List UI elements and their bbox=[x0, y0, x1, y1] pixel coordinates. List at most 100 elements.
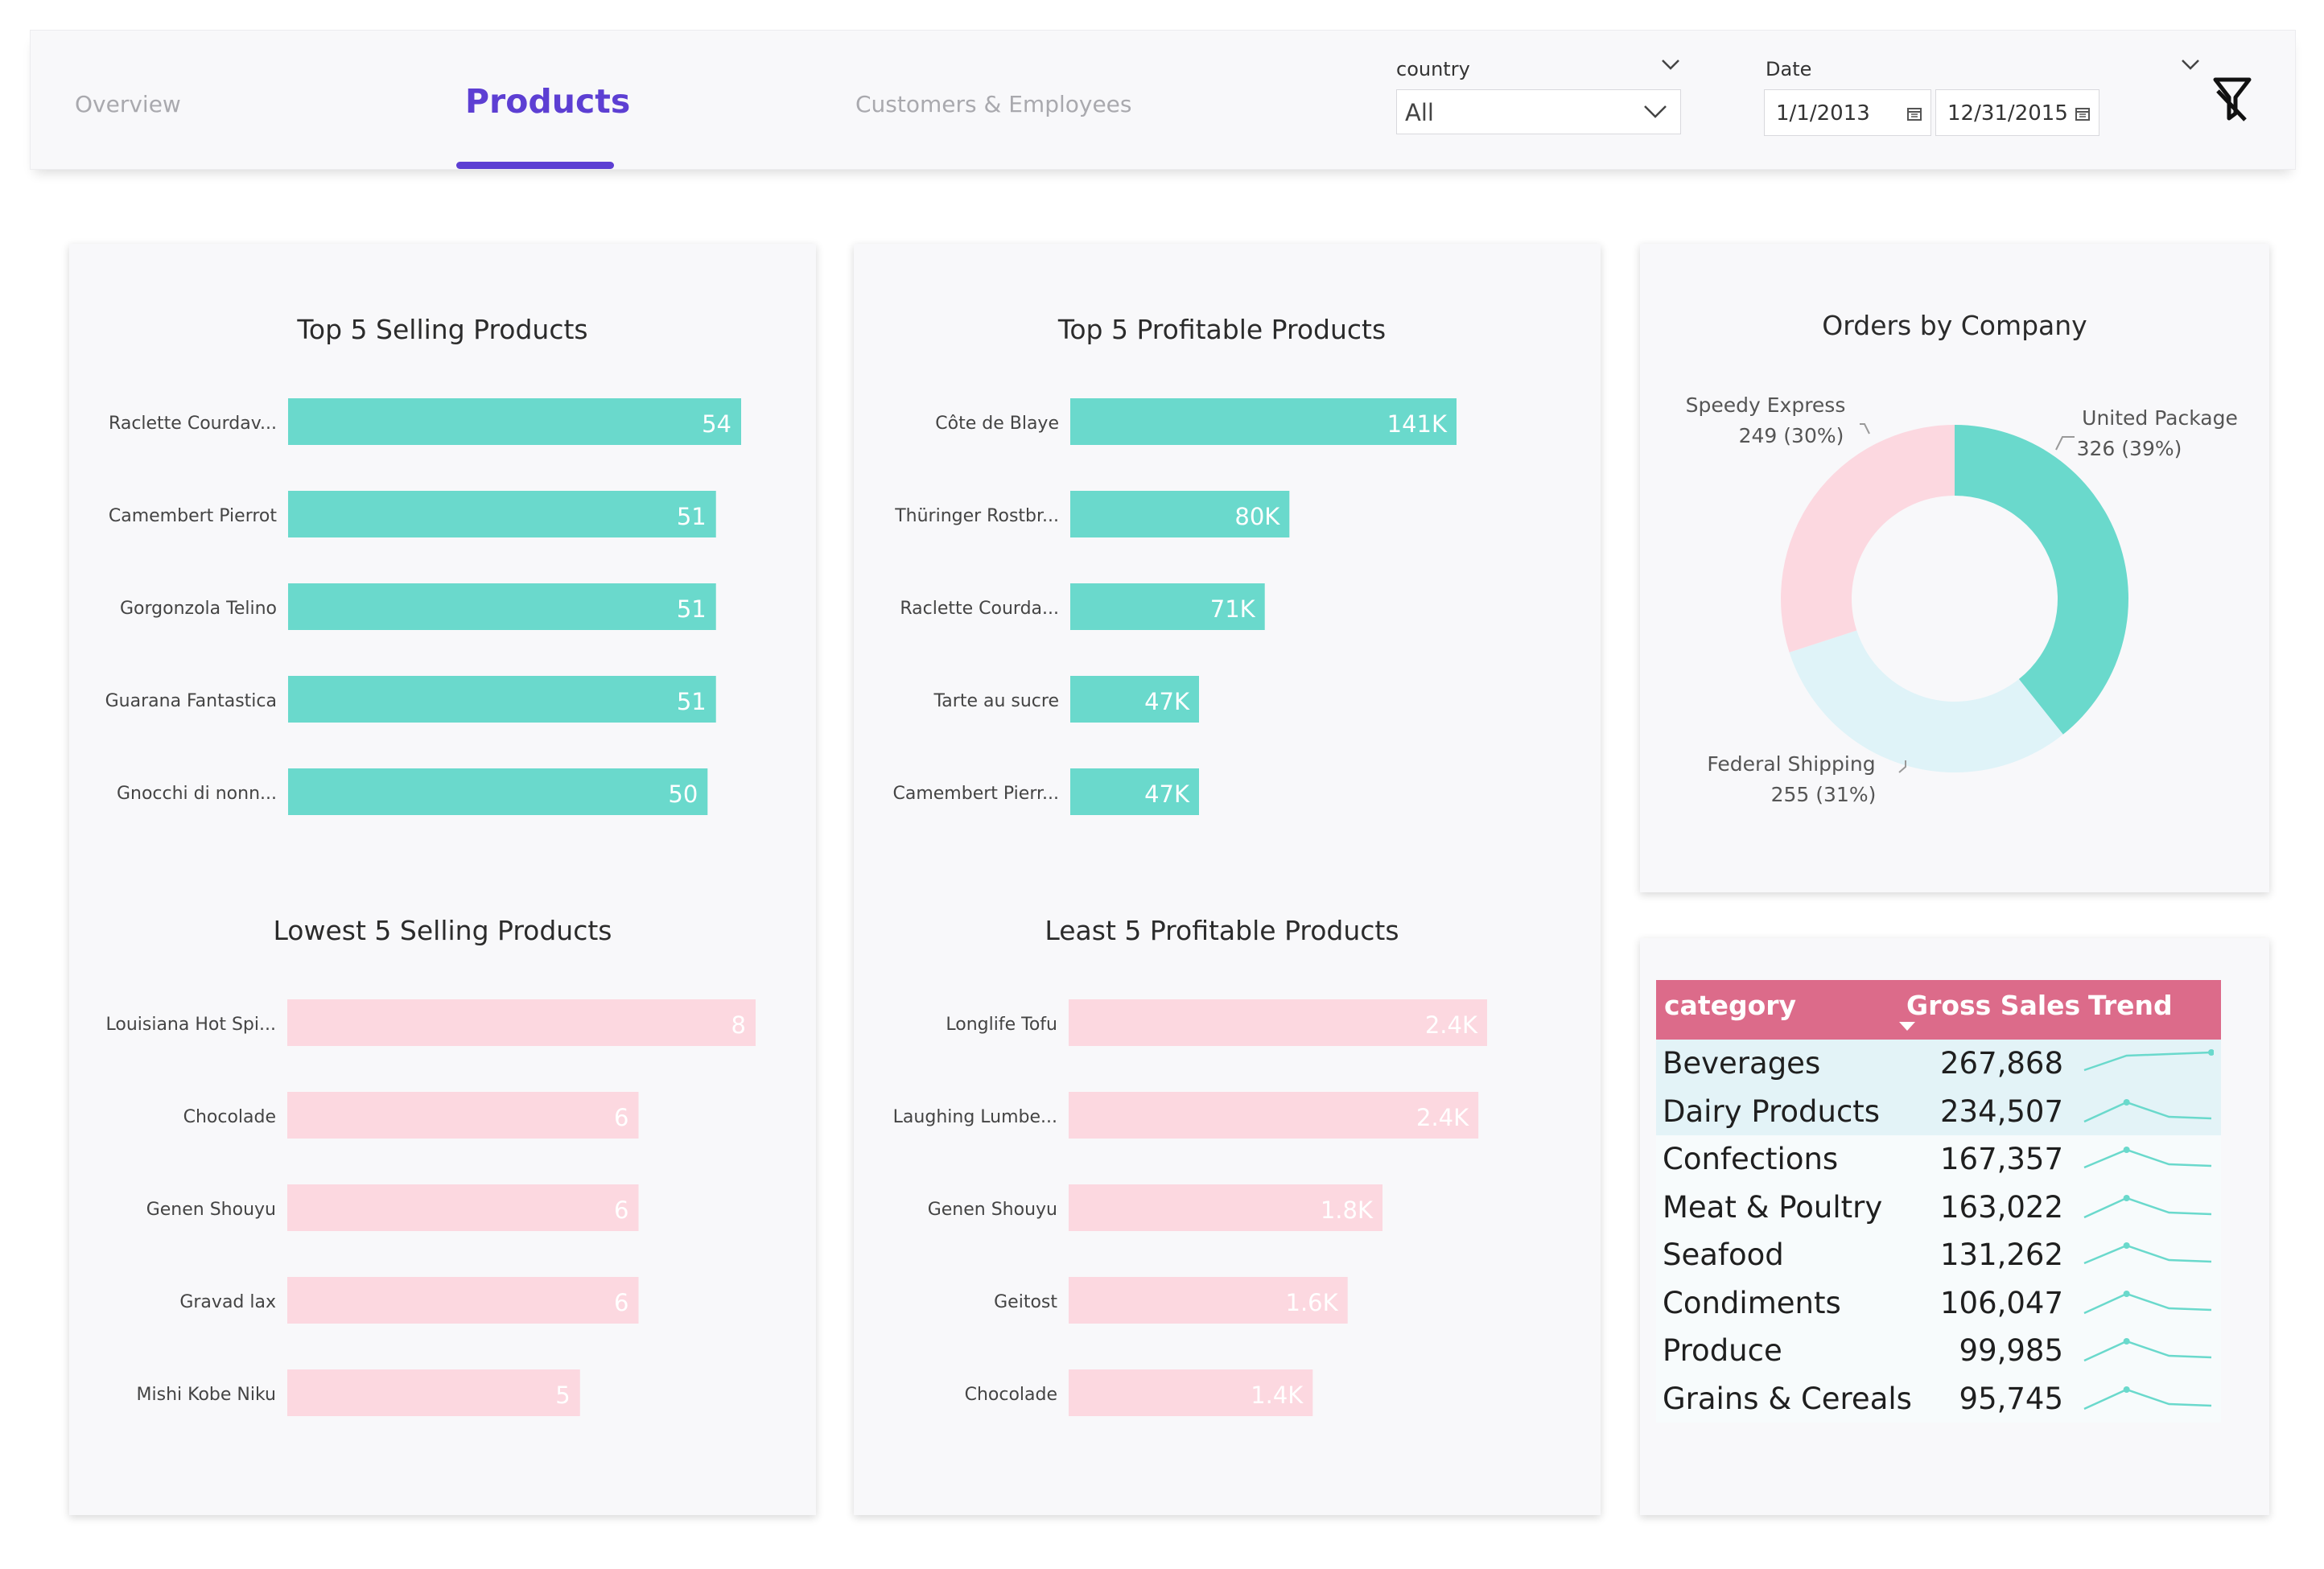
column-header-trend[interactable]: Trend bbox=[2088, 990, 2173, 1021]
table-row[interactable]: Meat & Poultry 163,022 bbox=[1656, 1183, 2221, 1231]
bar bbox=[287, 999, 756, 1046]
bar-data-label: 1.6K bbox=[1286, 1289, 1339, 1316]
clear-filter-icon[interactable] bbox=[2213, 75, 2256, 123]
sparkline-marker bbox=[2123, 1147, 2130, 1153]
table-row[interactable]: Produce 99,985 bbox=[1656, 1327, 2221, 1375]
bar-category-label: Genen Shouyu bbox=[928, 1200, 1057, 1220]
sparkline-path bbox=[2083, 1244, 2212, 1265]
bar-data-label: 2.4K bbox=[1425, 1011, 1478, 1039]
bar-data-label: 51 bbox=[677, 688, 707, 715]
country-slicer-chevron-icon[interactable] bbox=[1661, 59, 1680, 70]
top-selling-bar-chart: Raclette Courdav... 54 Camembert Pierrot 51… bbox=[105, 398, 741, 815]
bar-category-label: Gravad lax bbox=[179, 1292, 276, 1312]
date-slicer-chevron-icon[interactable] bbox=[2181, 59, 2200, 70]
least-profit-chart: Longlife Tofu 2.4K Laughing Lumbe... 2.4K Ge… bbox=[865, 995, 1557, 1433]
sparkline-marker bbox=[2123, 1290, 2130, 1297]
bar-data-label: 47K bbox=[1144, 688, 1190, 715]
bar-data-label: 80K bbox=[1234, 503, 1280, 530]
gross-sales-cell: 163,022 bbox=[1939, 1189, 2063, 1225]
chevron-down-icon bbox=[1644, 105, 1667, 118]
donut-slice bbox=[1781, 425, 1955, 653]
trend-sparkline bbox=[2083, 1386, 2212, 1410]
lowest-selling-chart: Louisiana Hot Spi... 8 Chocolade 6 Genen Sho… bbox=[80, 995, 773, 1433]
bar bbox=[288, 491, 716, 537]
sparkline-marker bbox=[2208, 1049, 2214, 1056]
category-sales-table: category Gross Sales Trend Beverages 267,… bbox=[1656, 980, 2221, 1423]
category-cell: Condiments bbox=[1663, 1285, 1841, 1320]
bar-data-label: 6 bbox=[614, 1289, 628, 1316]
category-cell: Dairy Products bbox=[1663, 1093, 1881, 1129]
table-row[interactable]: Seafood 131,262 bbox=[1656, 1231, 2221, 1279]
bar-data-label: 51 bbox=[677, 503, 707, 530]
calendar-icon[interactable] bbox=[2075, 105, 2091, 121]
category-cell: Beverages bbox=[1663, 1046, 1821, 1081]
country-dropdown[interactable]: All bbox=[1396, 89, 1681, 134]
sparkline-marker bbox=[2123, 1386, 2130, 1393]
bar-category-label: Gorgonzola Telino bbox=[120, 599, 277, 619]
bar-category-label: Louisiana Hot Spi... bbox=[105, 1015, 276, 1035]
top-profit-bar-chart: Côte de Blaye 141K Thüringer Rostbr... 80K R… bbox=[893, 398, 1457, 815]
table-body: Beverages 267,868 Dairy Products 234,507 Con… bbox=[1656, 1040, 2221, 1423]
sparkline-marker bbox=[2123, 1338, 2130, 1345]
table-row[interactable]: Condiments 106,047 bbox=[1656, 1279, 2221, 1327]
tab-products[interactable]: Products bbox=[465, 82, 630, 121]
bar bbox=[288, 676, 716, 723]
lowest-selling-bar-chart: Louisiana Hot Spi... 8 Chocolade 6 Genen Sho… bbox=[105, 999, 756, 1416]
table-row[interactable]: Dairy Products 234,507 bbox=[1656, 1087, 2221, 1135]
bar-data-label: 47K bbox=[1144, 780, 1190, 808]
category-cell: Seafood bbox=[1663, 1237, 1784, 1272]
date-slicer-title: Date bbox=[1766, 58, 1812, 80]
tab-overview[interactable]: Overview bbox=[75, 91, 181, 117]
sparkline-path bbox=[2083, 1292, 2212, 1314]
table-row[interactable]: Beverages 267,868 bbox=[1656, 1040, 2221, 1088]
bar-category-label: Chocolade bbox=[183, 1107, 276, 1127]
start-date-input[interactable]: 1/1/2013 bbox=[1764, 89, 1931, 136]
sparkline-path bbox=[2083, 1101, 2212, 1122]
bar-category-label: Raclette Courdav... bbox=[109, 414, 277, 434]
gross-sales-cell: 99,985 bbox=[1959, 1333, 2063, 1368]
donut-slice bbox=[1955, 425, 2128, 735]
bar-category-label: Tarte au sucre bbox=[933, 691, 1060, 711]
trend-sparkline bbox=[2083, 1338, 2212, 1362]
sort-descending-icon bbox=[1899, 1022, 1915, 1031]
end-date-input[interactable]: 12/31/2015 bbox=[1935, 89, 2099, 136]
bar-category-label: Chocolade bbox=[965, 1385, 1057, 1405]
leader-line bbox=[1860, 423, 1870, 434]
sparkline-path bbox=[2083, 1388, 2212, 1410]
donut-category-label: Speedy Express bbox=[1686, 393, 1846, 417]
donut-value-label: 326 (39%) bbox=[2077, 437, 2182, 460]
bar-category-label: Camembert Pierrot bbox=[109, 506, 278, 526]
least-profit-title: Least 5 Profitable Products bbox=[1045, 915, 1399, 946]
sparkline-path bbox=[2083, 1148, 2212, 1169]
bar-category-label: Mishi Kobe Niku bbox=[137, 1385, 276, 1405]
tab-customers-employees[interactable]: Customers & Employees bbox=[855, 91, 1132, 117]
column-header-category[interactable]: category bbox=[1664, 990, 1796, 1021]
trend-sparkline bbox=[2083, 1147, 2212, 1169]
column-header-gross-sales[interactable]: Gross Sales bbox=[1906, 990, 2080, 1021]
bar-category-label: Geitost bbox=[994, 1292, 1057, 1312]
bar-data-label: 51 bbox=[677, 595, 707, 623]
category-cell: Meat & Poultry bbox=[1663, 1189, 1883, 1225]
top-selling-chart: Raclette Courdav... 54 Camembert Pierrot 51… bbox=[80, 394, 773, 832]
table-row[interactable]: Grains & Cereals 95,745 bbox=[1656, 1374, 2221, 1423]
leader-line bbox=[2055, 436, 2075, 451]
bar-category-label: Côte de Blaye bbox=[935, 414, 1059, 434]
bar-category-label: Guarana Fantastica bbox=[105, 691, 277, 711]
category-cell: Grains & Cereals bbox=[1663, 1381, 1912, 1416]
trend-sparkline bbox=[2083, 1049, 2214, 1072]
bar-category-label: Longlife Tofu bbox=[946, 1015, 1057, 1035]
gross-sales-cell: 131,262 bbox=[1939, 1237, 2063, 1272]
orders-by-company-title: Orders by Company bbox=[1822, 310, 2087, 341]
bar-data-label: 5 bbox=[555, 1382, 570, 1409]
top-selling-title: Top 5 Selling Products bbox=[297, 314, 588, 345]
sparkline-path bbox=[2083, 1196, 2212, 1218]
bar-category-label: Laughing Lumbe... bbox=[893, 1107, 1057, 1127]
bar-data-label: 141K bbox=[1387, 410, 1448, 438]
donut-value-label: 255 (31%) bbox=[1771, 783, 1877, 806]
gross-sales-cell: 234,507 bbox=[1939, 1093, 2063, 1129]
calendar-icon[interactable] bbox=[1906, 105, 1922, 121]
top-profit-chart: Côte de Blaye 141K Thüringer Rostbr... 80K R… bbox=[865, 394, 1557, 832]
gross-sales-cell: 95,745 bbox=[1959, 1381, 2063, 1416]
bar-category-label: Gnocchi di nonn... bbox=[117, 784, 277, 804]
table-row[interactable]: Confections 167,357 bbox=[1656, 1135, 2221, 1184]
